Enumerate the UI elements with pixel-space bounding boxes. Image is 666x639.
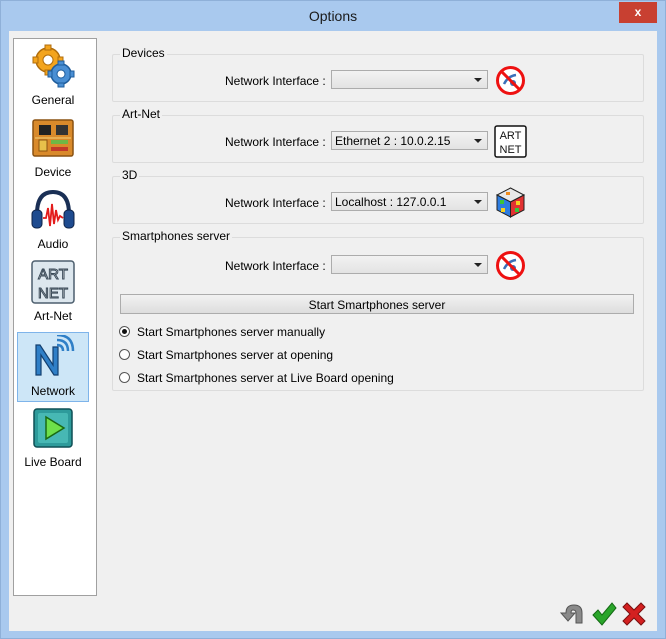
radio-button[interactable] bbox=[119, 326, 130, 337]
radio-label: Start Smartphones server manually bbox=[137, 325, 326, 339]
sidebar-item-label: Live Board bbox=[24, 455, 82, 469]
artnet-logo-line2: NET bbox=[500, 144, 522, 156]
gears-icon bbox=[32, 44, 75, 88]
devices-group: Devices Network Interface : bbox=[112, 46, 644, 102]
field-label: Network Interface : bbox=[225, 74, 326, 88]
threed-network-interface-select[interactable]: Localhost : 127.0.0.1 bbox=[331, 192, 488, 211]
cube-icon bbox=[495, 187, 526, 218]
field-label: Network Interface : bbox=[225, 196, 326, 210]
sidebar-item-label: Device bbox=[34, 165, 72, 179]
field-label: Network Interface : bbox=[225, 135, 326, 149]
title-bar[interactable]: Options x bbox=[1, 1, 665, 31]
sidebar-item-general[interactable]: General bbox=[18, 42, 88, 110]
play-icon bbox=[33, 408, 73, 448]
radio-button[interactable] bbox=[119, 372, 130, 383]
options-window: Options x General Device Audio ART NET A… bbox=[0, 0, 666, 639]
undo-arrow-icon[interactable] bbox=[560, 601, 586, 627]
no-connection-icon bbox=[496, 251, 525, 280]
chevron-down-icon bbox=[474, 263, 482, 267]
sidebar: General Device Audio ART NET Art-Net Net… bbox=[13, 38, 97, 596]
group-title: Art-Net bbox=[120, 107, 163, 121]
headphones-icon bbox=[31, 189, 75, 229]
close-button[interactable]: x bbox=[619, 2, 657, 23]
sidebar-item-device[interactable]: Device bbox=[18, 114, 88, 182]
cancel-x-icon[interactable] bbox=[621, 601, 647, 627]
smartphones-server-group: Smartphones server Network Interface : S… bbox=[112, 229, 644, 391]
threed-group: 3D Network Interface : Localhost : 127.0… bbox=[112, 168, 644, 224]
chevron-down-icon bbox=[474, 139, 482, 143]
artnet-group: Art-Net Network Interface : Ethernet 2 :… bbox=[112, 107, 644, 163]
chevron-down-icon bbox=[474, 78, 482, 82]
sidebar-item-label: Network bbox=[30, 384, 75, 398]
group-title: Smartphones server bbox=[120, 229, 233, 243]
sidebar-item-audio[interactable]: Audio bbox=[18, 186, 88, 254]
client-area: General Device Audio ART NET Art-Net Net… bbox=[9, 31, 657, 631]
sidebar-item-label: Art-Net bbox=[33, 309, 72, 323]
select-value: Localhost : 127.0.0.1 bbox=[335, 195, 447, 209]
window-title: Options bbox=[308, 8, 358, 24]
circuit-board-icon bbox=[32, 119, 74, 157]
artnet-logo-icon: ART NET bbox=[31, 260, 75, 304]
chevron-down-icon bbox=[474, 200, 482, 204]
radio-label: Start Smartphones server at Live Board o… bbox=[137, 371, 394, 385]
sidebar-item-network[interactable]: Network bbox=[17, 332, 89, 402]
svg-text:ART: ART bbox=[38, 266, 68, 283]
svg-text:NET: NET bbox=[38, 285, 68, 302]
artnet-logo-line1: ART bbox=[500, 130, 522, 142]
devices-network-interface-select[interactable] bbox=[331, 70, 488, 89]
radio-button[interactable] bbox=[119, 349, 130, 360]
network-icon bbox=[35, 335, 75, 376]
sidebar-item-live-board[interactable]: Live Board bbox=[18, 404, 88, 472]
group-title: 3D bbox=[120, 168, 140, 182]
sidebar-item-label: Audio bbox=[37, 237, 69, 251]
sidebar-item-label: General bbox=[31, 93, 75, 107]
select-value: Ethernet 2 : 10.0.2.15 bbox=[335, 134, 451, 148]
smartphones-network-interface-select[interactable] bbox=[331, 255, 488, 274]
radio-label: Start Smartphones server at opening bbox=[137, 348, 334, 362]
check-icon[interactable] bbox=[591, 601, 617, 627]
start-smartphones-server-button[interactable]: Start Smartphones server bbox=[120, 294, 634, 314]
field-label: Network Interface : bbox=[225, 259, 326, 273]
no-connection-icon bbox=[496, 66, 525, 95]
artnet-network-interface-select[interactable]: Ethernet 2 : 10.0.2.15 bbox=[331, 131, 488, 150]
artnet-logo-icon: ART NET bbox=[494, 125, 527, 158]
group-title: Devices bbox=[120, 46, 167, 60]
sidebar-item-art-net[interactable]: ART NET Art-Net bbox=[18, 258, 88, 326]
